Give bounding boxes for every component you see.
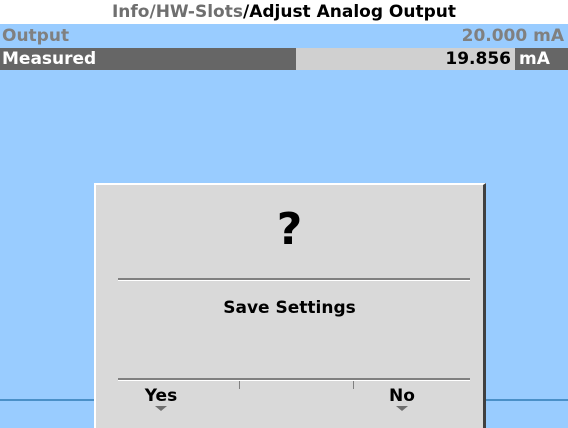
dialog-divider-top — [118, 278, 470, 281]
save-settings-dialog: ? Save Settings Yes No — [94, 183, 486, 428]
breadcrumb-path: Info/HW-Slots — [111, 2, 243, 22]
breadcrumb-header: Info/HW-Slots/Adjust Analog Output — [0, 0, 568, 24]
no-button[interactable]: No — [372, 386, 432, 411]
question-mark-icon: ? — [276, 204, 303, 255]
yes-button-label: Yes — [144, 386, 178, 406]
dialog-message: Save Settings — [223, 298, 356, 318]
yes-button[interactable]: Yes — [131, 386, 191, 411]
dialog-divider-bottom — [118, 378, 470, 381]
softkey-separator — [239, 381, 240, 389]
measured-value: 19.856 — [296, 48, 515, 70]
measured-row[interactable]: Measured 19.856 mA — [0, 48, 568, 70]
no-button-label: No — [389, 386, 415, 406]
page-title: Adjust Analog Output — [249, 2, 457, 22]
measured-unit: mA — [519, 49, 550, 69]
output-row[interactable]: Output 20.000 mA — [0, 25, 568, 47]
output-label: Output — [2, 26, 70, 46]
triangle-down-icon — [155, 406, 167, 411]
triangle-down-icon — [396, 406, 408, 411]
output-value: 20.000 mA — [461, 26, 564, 46]
measured-label: Measured — [2, 49, 97, 69]
softkey-separator — [353, 381, 354, 389]
